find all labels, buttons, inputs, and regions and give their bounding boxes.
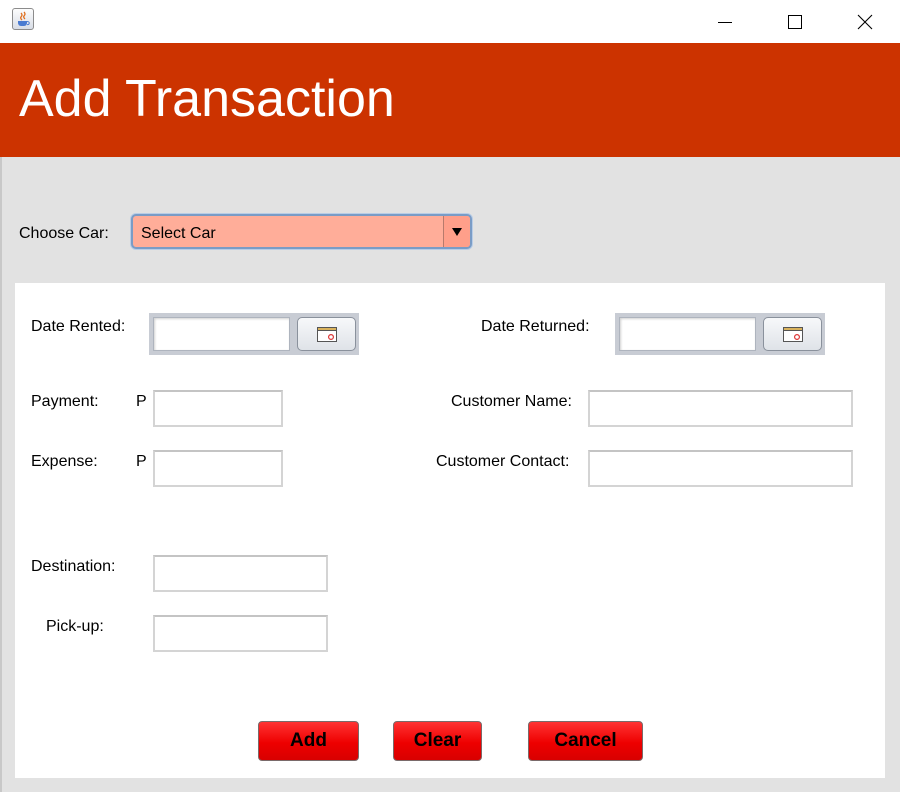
maximize-button[interactable] <box>760 0 830 43</box>
date-returned-label: Date Returned: <box>481 318 590 335</box>
date-rented-calendar-button[interactable] <box>297 317 356 351</box>
chevron-down-icon <box>452 227 462 236</box>
expense-label: Expense: <box>31 453 98 470</box>
destination-input[interactable] <box>153 555 328 592</box>
transaction-form-panel: Date Rented: Date Returned: Payment: P C… <box>15 283 885 778</box>
title-bar <box>0 0 900 43</box>
pickup-label: Pick-up: <box>46 618 104 635</box>
calendar-icon <box>316 326 337 342</box>
close-button[interactable] <box>830 0 900 43</box>
payment-currency-label: P <box>136 393 147 410</box>
java-coffee-icon <box>12 8 34 30</box>
window-edge <box>0 157 2 792</box>
date-returned-picker <box>615 313 825 355</box>
customer-contact-input[interactable] <box>588 450 853 487</box>
customer-name-input[interactable] <box>588 390 853 427</box>
calendar-icon <box>782 326 803 342</box>
choose-car-label: Choose Car: <box>19 225 109 242</box>
date-rented-label: Date Rented: <box>31 318 126 335</box>
customer-contact-label: Customer Contact: <box>436 453 570 470</box>
date-rented-picker <box>149 313 359 355</box>
dropdown-arrow-button[interactable] <box>443 216 470 247</box>
add-button[interactable]: Add <box>258 721 359 761</box>
date-rented-input[interactable] <box>153 317 290 351</box>
expense-input[interactable] <box>153 450 283 487</box>
cancel-button[interactable]: Cancel <box>528 721 643 761</box>
clear-button[interactable]: Clear <box>393 721 482 761</box>
header-banner: Add Transaction <box>0 43 900 157</box>
pickup-input[interactable] <box>153 615 328 652</box>
minimize-icon <box>718 21 732 23</box>
minimize-button[interactable] <box>690 0 760 43</box>
close-icon <box>857 14 873 29</box>
payment-label: Payment: <box>31 393 99 410</box>
maximize-icon <box>788 14 802 29</box>
expense-currency-label: P <box>136 453 147 470</box>
payment-input[interactable] <box>153 390 283 427</box>
destination-label: Destination: <box>31 558 116 575</box>
date-returned-input[interactable] <box>619 317 756 351</box>
car-select[interactable]: Select Car <box>131 214 472 249</box>
car-select-value: Select Car <box>141 225 216 242</box>
page-title: Add Transaction <box>19 70 395 128</box>
customer-name-label: Customer Name: <box>451 393 572 410</box>
date-returned-calendar-button[interactable] <box>763 317 822 351</box>
add-transaction-window: Add Transaction Choose Car: Select Car D… <box>0 0 900 792</box>
